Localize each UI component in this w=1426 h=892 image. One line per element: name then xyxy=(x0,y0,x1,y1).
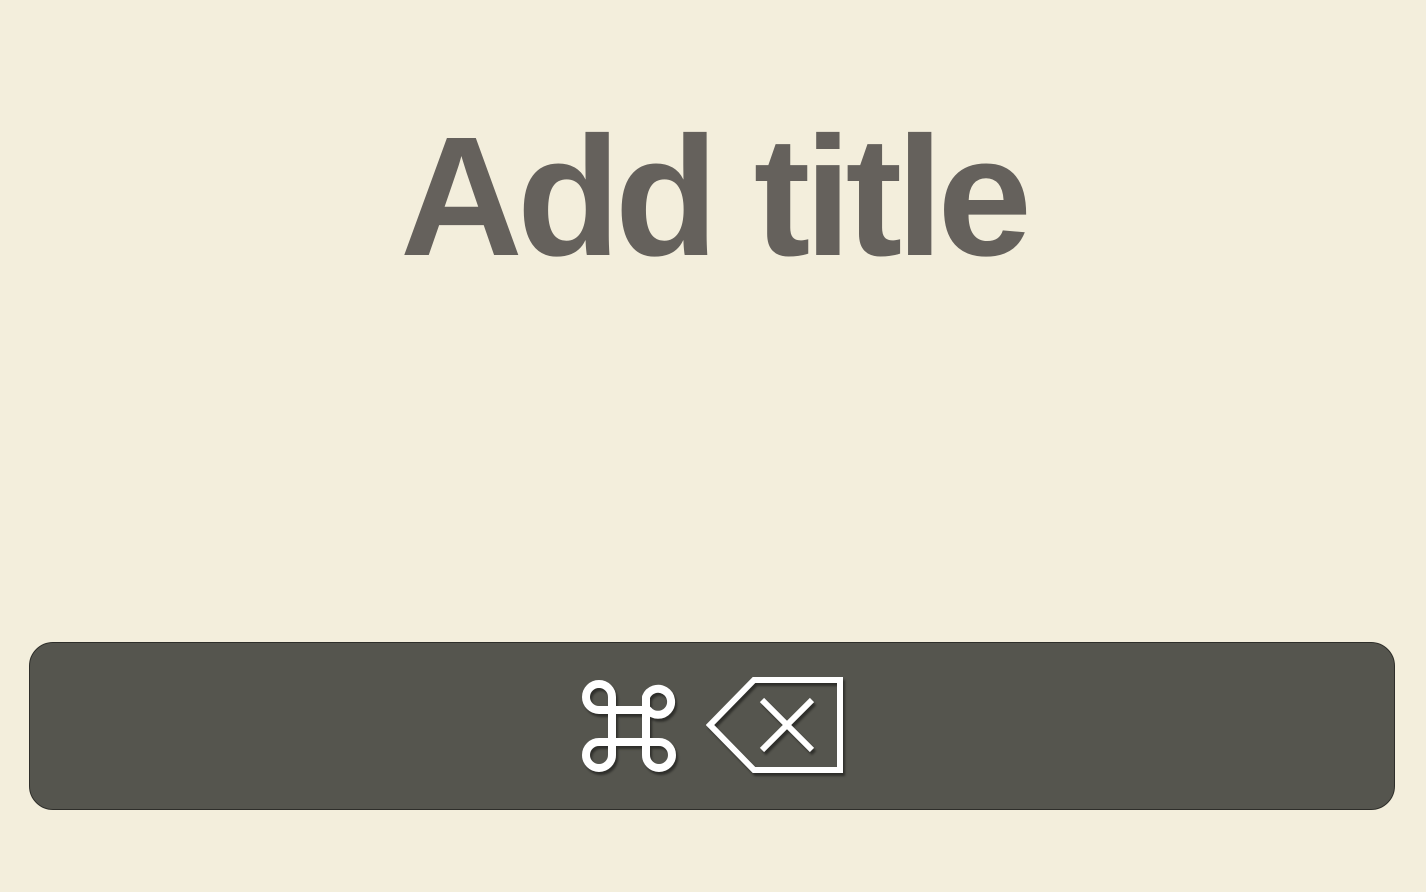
shortcut-keys xyxy=(578,674,846,778)
page: Add title xyxy=(0,0,1426,892)
delete-icon xyxy=(706,676,846,776)
delete-shortcut-button[interactable] xyxy=(29,642,1395,810)
page-title[interactable]: Add title xyxy=(0,112,1426,282)
command-icon xyxy=(578,674,682,778)
